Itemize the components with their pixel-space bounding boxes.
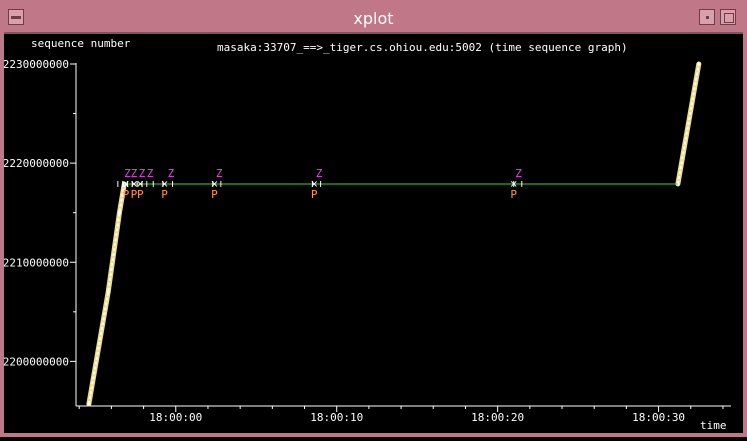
zero-window-label: Z <box>515 167 522 180</box>
minimize-button[interactable] <box>699 9 715 25</box>
y-tick-label: 2200000000 <box>4 355 69 368</box>
series-layer <box>86 61 702 407</box>
y-tick-label: 2210000000 <box>4 256 69 269</box>
data-point <box>697 62 701 66</box>
zero-window-label: Z <box>216 167 223 180</box>
zero-window-label: Z <box>147 167 154 180</box>
time-sequence-graph[interactable]: sequence number masaka:33707_==>_tiger.c… <box>3 34 743 437</box>
probe-label: P <box>137 188 144 201</box>
plot-area[interactable]: sequence number masaka:33707_==>_tiger.c… <box>3 34 743 437</box>
x-tick-label: 18:00:10 <box>310 411 363 424</box>
zero-window-label: Z <box>168 167 175 180</box>
data-point <box>117 211 122 215</box>
probe-label: P <box>510 188 517 201</box>
zero-window-label: Z <box>131 167 138 180</box>
y-tick-label: 2230000000 <box>4 58 69 71</box>
data-segment-glow <box>86 181 127 407</box>
y-tick-label: 2220000000 <box>4 157 69 170</box>
maximize-button[interactable] <box>720 9 736 25</box>
probe-label: P <box>161 188 168 201</box>
y-axis-label: sequence number <box>31 37 131 50</box>
window-title: xplot <box>353 9 394 28</box>
maximize-icon <box>724 13 734 23</box>
x-tick-label: 18:00:30 <box>632 411 685 424</box>
probe-label: P <box>123 188 130 201</box>
probe-label: P <box>211 188 218 201</box>
title-bar[interactable]: xplot <box>4 4 743 34</box>
x-axis-label: time <box>700 419 727 432</box>
x-tick-label: 18:00:20 <box>471 411 524 424</box>
zero-window-label: Z <box>139 167 146 180</box>
zero-window-label: Z <box>316 167 323 180</box>
data-point <box>106 290 110 294</box>
xplot-window: xplot sequence number masaka:33707_==>_t… <box>0 0 747 437</box>
chart-title: masaka:33707_==>_tiger.cs.ohiou.edu:5002… <box>217 41 628 54</box>
x-tick-label: 18:00:00 <box>149 411 202 424</box>
data-point <box>87 402 91 406</box>
minimize-icon <box>706 16 709 19</box>
probe-label: P <box>311 188 318 201</box>
